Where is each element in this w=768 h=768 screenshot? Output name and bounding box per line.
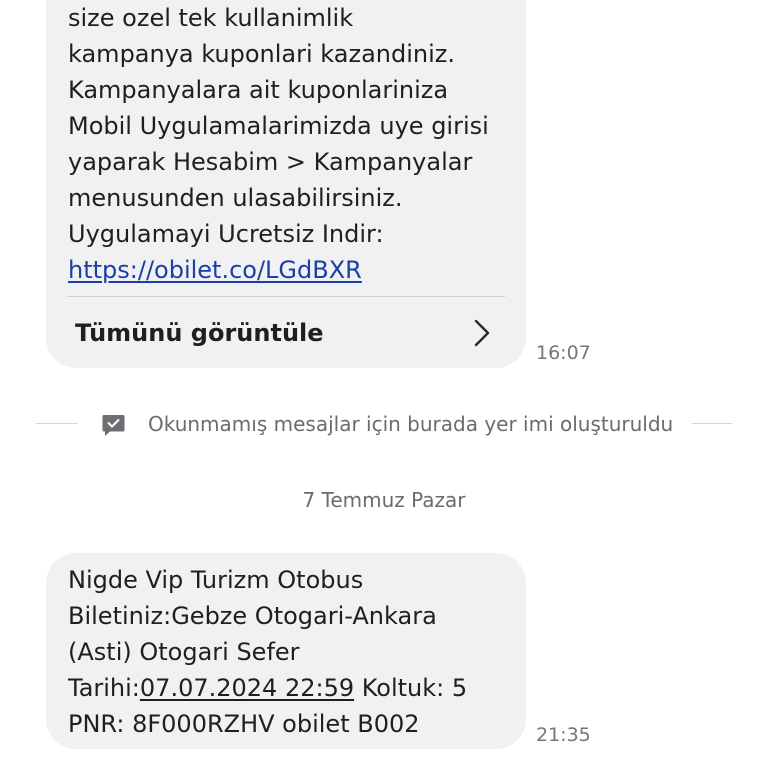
date-header: 7 Temmuz Pazar — [302, 488, 466, 512]
message-1-line-6: menusunden ulasabilirsiniz. — [68, 184, 403, 212]
message-1-line-3: Kampanyalara ait kuponlariniza — [68, 76, 449, 104]
view-all-label: Tümünü görüntüle — [75, 319, 324, 347]
message-1-divider — [67, 296, 505, 297]
obilet-link[interactable]: https://obilet.co/LGdBXR — [68, 256, 362, 284]
message-1-link-line: https://obilet.co/LGdBXR — [68, 252, 362, 288]
chevron-right-icon — [474, 319, 490, 347]
message-bookmark-icon — [102, 415, 125, 436]
bookmark-notice-text: Okunmamış mesajlar için burada yer imi o… — [148, 412, 674, 436]
message-1-line-5: yaparak Hesabim > Kampanyalar — [68, 148, 473, 176]
bookmark-separator-left — [36, 423, 78, 424]
date-prefix: Tarihi: — [68, 674, 140, 702]
message-1-line-2: kampanya kuponlari kazandiniz. — [68, 40, 455, 68]
message-2-line-2: Biletiniz:Gebze Otogari-Ankara — [68, 602, 437, 630]
message-2-time: 21:35 — [536, 724, 591, 746]
message-1-time: 16:07 — [536, 342, 591, 364]
message-2-line-3: (Asti) Otogari Sefer — [68, 638, 300, 666]
message-2-line-5: PNR: 8F000RZHV obilet B002 — [68, 710, 420, 738]
message-2-line-4: Tarihi:07.07.2024 22:59 Koltuk: 5 — [68, 670, 467, 706]
message-1-line-1: size ozel tek kullanimlik — [68, 4, 354, 32]
message-1-line-4: Mobil Uygulamalarimizda uye girisi — [68, 112, 489, 140]
message-1-line-7: Uygulamayi Ucretsiz Indir: — [68, 220, 384, 248]
trip-date-link[interactable]: 07.07.2024 22:59 — [140, 674, 354, 702]
bookmark-separator-right — [692, 423, 732, 424]
seat-info: Koltuk: 5 — [354, 674, 468, 702]
conversation-screen: size ozel tek kullanimlik kampanya kupon… — [0, 0, 768, 768]
message-2-line-1: Nigde Vip Turizm Otobus — [68, 566, 364, 594]
view-all-button[interactable]: Tümünü görüntüle — [46, 302, 526, 364]
